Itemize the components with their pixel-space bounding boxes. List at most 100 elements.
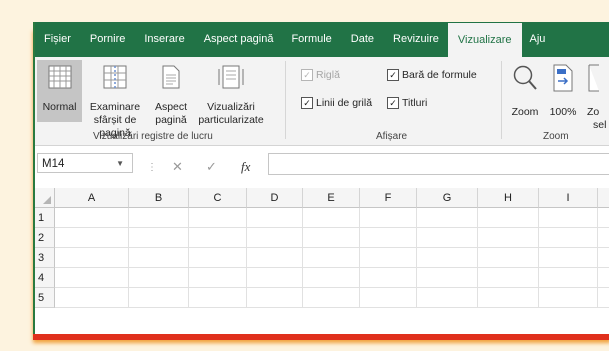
grid-cell[interactable] — [360, 288, 417, 308]
grid-cell[interactable] — [478, 268, 539, 288]
formula-input[interactable] — [268, 153, 609, 175]
name-box[interactable]: M14 ▼ — [37, 153, 133, 173]
tab-formulas[interactable]: Formule — [291, 22, 331, 57]
row-header[interactable]: 2 — [35, 228, 55, 248]
checkbox-check-icon: ✓ — [301, 69, 313, 81]
custom-views-label-1: Vizualizări — [207, 101, 255, 113]
grid-cell[interactable] — [539, 288, 598, 308]
row-header[interactable]: 5 — [35, 288, 55, 308]
grid-cell[interactable] — [189, 248, 247, 268]
enter-icon[interactable]: ✓ — [206, 159, 217, 175]
column-header[interactable]: F — [360, 188, 417, 208]
page-layout-icon — [162, 65, 180, 89]
grid-cell[interactable] — [478, 248, 539, 268]
grid-cell[interactable] — [55, 208, 129, 228]
grid-cell[interactable] — [417, 288, 478, 308]
grid-cell[interactable] — [360, 208, 417, 228]
grid-cell[interactable] — [189, 268, 247, 288]
grid-cell[interactable] — [539, 228, 598, 248]
tab-data[interactable]: Date — [351, 22, 374, 57]
zoom-label: Zoom — [511, 106, 539, 118]
grid-cell[interactable] — [417, 228, 478, 248]
grid-cell[interactable] — [55, 268, 129, 288]
column-header[interactable]: C — [189, 188, 247, 208]
column-header[interactable]: B — [129, 188, 189, 208]
zoom-button[interactable]: Zoom — [507, 60, 543, 122]
fx-icon[interactable]: fx — [241, 159, 250, 175]
grid-cell[interactable] — [478, 228, 539, 248]
more-dots-icon: ⋮ — [147, 162, 157, 173]
grid-cell[interactable] — [247, 248, 303, 268]
grid-cell[interactable] — [539, 248, 598, 268]
grid-cell[interactable] — [417, 248, 478, 268]
grid-cell[interactable] — [478, 208, 539, 228]
tab-home[interactable]: Pornire — [90, 22, 125, 57]
normal-view-button[interactable]: Normal — [37, 60, 82, 122]
grid-cell[interactable] — [360, 228, 417, 248]
column-header[interactable]: D — [247, 188, 303, 208]
grid-cell[interactable] — [247, 228, 303, 248]
grid-cell[interactable] — [247, 208, 303, 228]
grid-cell[interactable] — [129, 248, 189, 268]
grid-cell[interactable] — [55, 228, 129, 248]
column-header[interactable]: H — [478, 188, 539, 208]
column-header[interactable]: E — [303, 188, 360, 208]
tab-insert[interactable]: Inserare — [144, 22, 184, 57]
chevron-down-icon[interactable]: ▼ — [116, 154, 124, 174]
grid-cell[interactable] — [303, 208, 360, 228]
page-layout-label-1: Aspect — [154, 101, 188, 113]
grid-cell[interactable] — [189, 288, 247, 308]
tab-review[interactable]: Revizuire — [393, 22, 439, 57]
headings-checkbox[interactable]: ✓ Titluri — [387, 97, 427, 109]
grid-cell[interactable] — [417, 208, 478, 228]
grid-cell[interactable] — [478, 288, 539, 308]
grid-cell[interactable] — [129, 268, 189, 288]
zoom-to-selection-button[interactable]: Zo sel — [587, 60, 609, 131]
grid-cell[interactable] — [129, 288, 189, 308]
grid-cell[interactable] — [129, 228, 189, 248]
select-all-corner[interactable] — [35, 188, 55, 208]
tab-view[interactable]: Vizualizare — [447, 22, 522, 58]
row-header[interactable]: 1 — [35, 208, 55, 228]
tab-help[interactable]: Aju — [530, 22, 546, 57]
grid-cell[interactable] — [247, 268, 303, 288]
row-header[interactable]: 4 — [35, 268, 55, 288]
ruler-checkbox[interactable]: ✓ Riglă — [301, 69, 340, 81]
grid-cell[interactable] — [417, 268, 478, 288]
grid-cell[interactable] — [303, 288, 360, 308]
grid-cell[interactable] — [303, 248, 360, 268]
grid-cell[interactable] — [55, 288, 129, 308]
page-layout-view-button[interactable]: Aspect pagină — [150, 60, 192, 126]
custom-views-label-2: particularizate — [198, 114, 264, 126]
grid-cell[interactable] — [598, 288, 609, 308]
tab-page-layout[interactable]: Aspect pagină — [204, 22, 274, 57]
grid-cell[interactable] — [247, 288, 303, 308]
grid-cell[interactable] — [539, 208, 598, 228]
gridlines-checkbox[interactable]: ✓ Linii de grilă — [301, 97, 372, 109]
grid-cell[interactable] — [303, 228, 360, 248]
gridlines-label: Linii de grilă — [316, 97, 373, 109]
grid-cell[interactable] — [598, 208, 609, 228]
zoom-100-button[interactable]: 100% — [546, 60, 580, 122]
grid-cell[interactable] — [189, 228, 247, 248]
grid-cell[interactable] — [189, 208, 247, 228]
tab-file[interactable]: Fișier — [44, 22, 71, 57]
grid-cell[interactable] — [360, 268, 417, 288]
grid-cell[interactable] — [129, 208, 189, 228]
column-header[interactable]: G — [417, 188, 478, 208]
grid-cell[interactable] — [55, 248, 129, 268]
column-header[interactable]: I — [539, 188, 598, 208]
grid-cell[interactable] — [303, 268, 360, 288]
cancel-icon[interactable]: ✕ — [172, 159, 183, 175]
column-header[interactable]: A — [55, 188, 129, 208]
column-header[interactable] — [598, 188, 609, 208]
page-break-preview-button[interactable]: Examinare sfârșit de pagină — [83, 60, 147, 139]
custom-views-button[interactable]: Vizualizări particularizate — [195, 60, 267, 126]
grid-cell[interactable] — [598, 268, 609, 288]
grid-cell[interactable] — [598, 248, 609, 268]
grid-cell[interactable] — [539, 268, 598, 288]
row-header[interactable]: 3 — [35, 248, 55, 268]
formula-bar-checkbox[interactable]: ✓ Bară de formule — [387, 69, 477, 81]
grid-cell[interactable] — [598, 228, 609, 248]
grid-cell[interactable] — [360, 248, 417, 268]
